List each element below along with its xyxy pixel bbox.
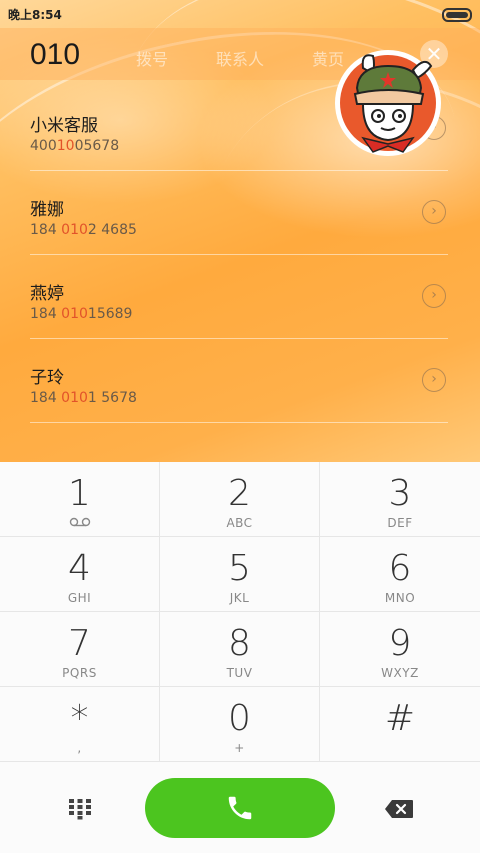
mascot-avatar-icon[interactable] — [333, 48, 443, 158]
key-4[interactable]: 4 GHI — [0, 537, 160, 612]
call-button[interactable] — [145, 778, 335, 838]
chevron-right-icon[interactable]: › — [422, 368, 446, 392]
contact-number: 184 0101 5678 — [30, 390, 137, 406]
key-0[interactable]: 0 + — [160, 687, 320, 762]
key-7[interactable]: 7 PQRS — [0, 612, 160, 687]
contact-number: 4001005678 — [30, 138, 120, 154]
chevron-right-icon[interactable]: › — [422, 200, 446, 224]
dialed-number: 010 — [30, 38, 81, 71]
contact-row[interactable]: 雅娜 184 0102 4685 › — [30, 170, 448, 255]
contact-row[interactable]: 燕婷 184 01015689 › — [30, 254, 448, 339]
battery-icon — [442, 8, 472, 22]
chevron-right-icon[interactable]: › — [422, 284, 446, 308]
voicemail-icon — [0, 516, 159, 530]
contact-name: 小米客服 — [30, 116, 98, 136]
contact-row[interactable]: 子玲 184 0101 5678 › — [30, 338, 448, 423]
tab-contacts[interactable]: 联系人 — [216, 46, 264, 70]
key-star[interactable]: * , — [0, 687, 160, 762]
key-2[interactable]: 2 ABC — [160, 462, 320, 537]
tab-dial[interactable]: 拨号 — [136, 46, 168, 70]
key-8[interactable]: 8 TUV — [160, 612, 320, 687]
key-6[interactable]: 6 MNO — [320, 537, 480, 612]
contact-name: 燕婷 — [30, 284, 64, 304]
dial-keypad: 1 2 ABC 3 DEF 4 GHI 5 JKL 6 MNO 7 PQRS 8… — [0, 462, 480, 765]
contact-number: 184 0102 4685 — [30, 222, 137, 238]
status-time: 晚上8:54 — [8, 8, 62, 22]
contact-name: 子玲 — [30, 368, 64, 388]
phone-icon — [228, 796, 252, 820]
contact-name: 雅娜 — [30, 200, 64, 220]
key-3[interactable]: 3 DEF — [320, 462, 480, 537]
key-9[interactable]: 9 WXYZ — [320, 612, 480, 687]
status-bar: 晚上8:54 — [0, 0, 480, 28]
dialpad-icon[interactable] — [68, 798, 92, 820]
key-1[interactable]: 1 — [0, 462, 160, 537]
call-action-bar — [0, 765, 480, 853]
contact-number: 184 01015689 — [30, 306, 133, 322]
key-hash[interactable]: # — [320, 687, 480, 762]
backspace-icon[interactable] — [384, 799, 414, 819]
key-5[interactable]: 5 JKL — [160, 537, 320, 612]
